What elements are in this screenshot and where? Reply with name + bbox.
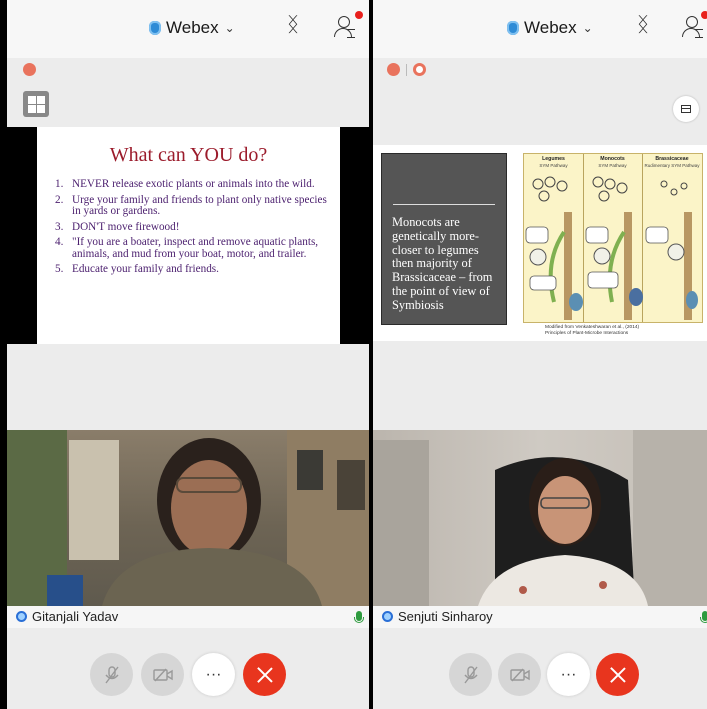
mute-button[interactable] — [449, 653, 492, 696]
webex-menu[interactable]: Webex ⌄ — [507, 18, 593, 38]
slide-text-box: Monocots are genetically more-closer to … — [381, 153, 507, 325]
shared-slide: Monocots are genetically more-closer to … — [373, 145, 707, 341]
app-title: Webex — [166, 18, 219, 37]
video-feed — [7, 430, 369, 606]
more-icon: ··· — [205, 665, 222, 683]
shared-slide: What can YOU do? 1. NEVER release exotic … — [7, 127, 369, 344]
slide-comic-figure: Legumes SYM Pathway Monocots SYM Pathway… — [523, 153, 703, 323]
mute-button[interactable] — [90, 653, 133, 696]
end-call-button[interactable] — [243, 653, 286, 696]
bluetooth-icon[interactable]: ᛝ — [287, 14, 299, 37]
participant-name: Gitanjali Yadav — [32, 609, 119, 624]
mute-icon — [104, 665, 119, 683]
participants-icon[interactable] — [681, 16, 703, 38]
video-button[interactable] — [498, 653, 541, 696]
slide-caption: Modified from Venkateshwaran et al., (20… — [545, 325, 640, 336]
end-call-icon — [609, 666, 627, 684]
participant-video — [373, 430, 707, 606]
slide-main-text: Monocots are genetically more-closer to … — [392, 215, 493, 312]
comic-illustration — [525, 176, 698, 320]
more-button[interactable]: ··· — [547, 653, 590, 696]
comic-column-title: Legumes — [542, 156, 565, 162]
list-item: 1. NEVER release exotic plants or animals… — [55, 178, 315, 190]
layout-icon[interactable] — [673, 96, 699, 122]
left-meeting-screen: Webex ⌄ ᛝ What can YOU do? 1. NEVER relea… — [7, 0, 369, 709]
mute-icon — [463, 665, 478, 683]
muted-indicator-icon — [387, 63, 400, 76]
app-title: Webex — [524, 18, 577, 37]
divider — [393, 204, 495, 205]
list-item: 3. DON'T move firewood! — [55, 220, 180, 233]
video-button[interactable] — [141, 653, 184, 696]
participant-video — [7, 430, 369, 606]
muted-indicator-icon — [23, 63, 36, 76]
list-item: 4. "If you are a boater, inspect and remo… — [55, 236, 319, 260]
top-bar: Webex ⌄ ᛝ — [7, 0, 369, 58]
divider — [406, 64, 407, 76]
bluetooth-icon[interactable]: ᛝ — [637, 14, 649, 37]
list-item: 2. Urge your family and friends to plant … — [55, 193, 327, 217]
comic-column-subtitle: SYM Pathway — [598, 163, 627, 168]
list-item: 5. Educate your family and friends. — [55, 263, 219, 275]
right-meeting-screen: Webex ⌄ ᛝ Monocots are genetically more-… — [373, 0, 707, 709]
grid-view-icon[interactable] — [23, 91, 49, 117]
participant-name-bar: Gitanjali Yadav — [7, 606, 369, 628]
top-bar: Webex ⌄ ᛝ — [373, 0, 707, 58]
more-button[interactable]: ··· — [192, 653, 235, 696]
presenter-icon — [16, 611, 27, 622]
participant-name: Senjuti Sinharoy — [398, 609, 493, 624]
mic-icon — [700, 611, 707, 623]
end-call-button[interactable] — [596, 653, 639, 696]
video-off-icon — [509, 668, 530, 681]
shield-icon — [149, 21, 161, 35]
comic-column-subtitle: Rudimentary SYM Pathway — [644, 163, 700, 168]
comic-column-title: Brassicaceae — [655, 156, 689, 162]
comic-column-subtitle: SYM Pathway — [539, 163, 568, 168]
webex-menu[interactable]: Webex ⌄ — [149, 18, 235, 38]
presenter-icon — [382, 611, 393, 622]
mic-icon — [354, 611, 364, 623]
notification-dot — [701, 11, 707, 19]
chevron-down-icon: ⌄ — [582, 21, 593, 35]
shield-icon — [507, 21, 519, 35]
end-call-icon — [256, 666, 274, 684]
recording-indicator-icon — [413, 63, 426, 76]
chevron-down-icon: ⌄ — [224, 21, 235, 35]
video-off-icon — [152, 668, 173, 681]
participants-icon[interactable] — [333, 16, 355, 38]
participant-name-bar: Senjuti Sinharoy — [373, 606, 707, 628]
slide-title: What can YOU do? — [109, 144, 268, 166]
more-icon: ··· — [560, 665, 577, 683]
slide-page: What can YOU do? 1. NEVER release exotic … — [37, 127, 340, 344]
video-feed — [373, 430, 707, 606]
comic-column-title: Monocots — [600, 156, 625, 162]
notification-dot — [355, 11, 363, 19]
slide-list: 1. NEVER release exotic plants or animals… — [55, 178, 331, 280]
